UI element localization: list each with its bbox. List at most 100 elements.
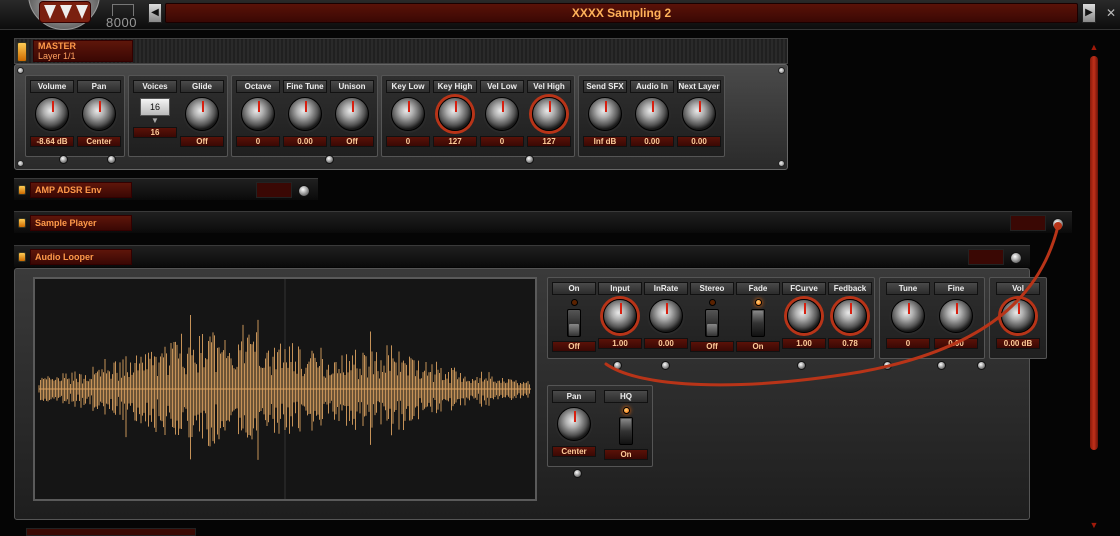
pan-knob[interactable] — [557, 407, 591, 441]
pan-knob[interactable] — [82, 97, 116, 131]
master-module-voices-glide: Voices 16 ▼ 16 Glide Off — [128, 75, 228, 157]
hq-led-icon — [622, 407, 630, 414]
inrate-knob[interactable] — [649, 299, 683, 333]
knob-pointer — [605, 101, 607, 112]
mod-input-knob[interactable] — [613, 361, 622, 370]
vel-high-knob[interactable] — [532, 97, 566, 131]
waveform-svg — [38, 279, 531, 499]
on-switch[interactable] — [567, 309, 581, 337]
control-send-sfx: Send SFX Inf dB — [583, 80, 627, 147]
looper-controls: On Off Input 1.00 InRate 0.00 Stereo Off Fade On F… — [547, 277, 1047, 370]
close-icon[interactable]: ✕ — [1106, 6, 1116, 20]
next-section-bar — [26, 528, 196, 536]
master-toggle[interactable] — [17, 42, 27, 62]
amp-preset-field[interactable] — [256, 182, 292, 198]
waveform-display[interactable] — [33, 277, 537, 501]
knob-pointer — [352, 101, 354, 112]
fade-switch[interactable] — [751, 309, 765, 337]
send-sfx-knob[interactable] — [588, 97, 622, 131]
audio-looper-mini-knob[interactable] — [1010, 252, 1022, 264]
decrement-arrow-icon[interactable]: ▼ — [133, 116, 177, 126]
next-preset-button[interactable]: ▶ — [1082, 3, 1096, 23]
fcurve-knob[interactable] — [787, 299, 821, 333]
next-layer-knob[interactable] — [682, 97, 716, 131]
fine-knob[interactable] — [939, 299, 973, 333]
unison-knob[interactable] — [335, 97, 369, 131]
control-on: On Off — [552, 282, 596, 352]
volume-knob[interactable] — [35, 97, 69, 131]
vol-knob[interactable] — [1001, 299, 1035, 333]
audio-looper-toggle[interactable] — [18, 252, 26, 262]
knob-pointer — [455, 101, 457, 112]
key-low-knob[interactable] — [391, 97, 425, 131]
control-vel-high: Vel High 127 — [527, 80, 571, 147]
control-label: Pan — [77, 80, 121, 93]
control-value: 127 — [527, 136, 571, 147]
master-module-sends: Send SFX Inf dB Audio In 0.00 Next Layer 0.00 — [578, 75, 725, 157]
control-voices: Voices 16 ▼ 16 — [133, 80, 177, 138]
control-label: Vel Low — [480, 80, 524, 93]
hq-switch[interactable] — [619, 417, 633, 445]
mod-input-knob[interactable] — [661, 361, 670, 370]
input-knob[interactable] — [603, 299, 637, 333]
stereo-led-icon — [708, 299, 716, 306]
audio-in-knob[interactable] — [635, 97, 669, 131]
master-label: MASTER Layer 1/1 — [33, 40, 133, 62]
screw-icon — [17, 160, 24, 167]
looper-controls-secondary: Pan Center HQ On — [547, 385, 657, 478]
sample-player-mini-knob[interactable] — [1052, 218, 1064, 230]
control-label: Send SFX — [583, 80, 627, 93]
knob-pointer — [258, 101, 260, 112]
sample-player-label: Sample Player — [30, 215, 132, 231]
fine-tune-knob[interactable] — [288, 97, 322, 131]
audio-looper-field[interactable] — [968, 249, 1004, 265]
fade-led-icon — [754, 299, 762, 306]
scroll-thumb[interactable] — [1090, 56, 1098, 450]
control-value: 127 — [433, 136, 477, 147]
control-label: Key Low — [386, 80, 430, 93]
control-value: On — [736, 341, 780, 352]
amp-mini-knob[interactable] — [298, 185, 310, 197]
tune-knob[interactable] — [891, 299, 925, 333]
sample-player-toggle[interactable] — [18, 218, 26, 228]
mod-input-knob[interactable] — [883, 361, 892, 370]
control-value: 0 — [886, 338, 930, 349]
looper-tune-module: Tune 0 Fine 0.00 — [879, 277, 985, 359]
scroll-up-icon[interactable]: ▲ — [1088, 42, 1100, 52]
control-next-layer: Next Layer 0.00 — [677, 80, 721, 147]
glide-knob[interactable] — [185, 97, 219, 131]
mod-input-knob[interactable] — [107, 155, 116, 164]
master-module-vol-pan: Volume -8.64 dB Pan Center — [25, 75, 125, 157]
vel-low-knob[interactable] — [485, 97, 519, 131]
mod-input-knob[interactable] — [59, 155, 68, 164]
control-value: Center — [77, 136, 121, 147]
audio-looper-label: Audio Looper — [30, 249, 132, 265]
mod-input-knob[interactable] — [525, 155, 534, 164]
fedback-knob[interactable] — [833, 299, 867, 333]
vertical-scrollbar[interactable]: ▲ ▼ — [1088, 42, 1100, 530]
control-glide: Glide Off — [180, 80, 224, 147]
sample-player-field[interactable] — [1010, 215, 1046, 231]
control-label: Key High — [433, 80, 477, 93]
control-value: 1.00 — [782, 338, 826, 349]
control-value: 0 — [236, 136, 280, 147]
mod-input-knob[interactable] — [325, 155, 334, 164]
mod-input-knob[interactable] — [573, 469, 582, 478]
knob-pointer — [305, 101, 307, 112]
amp-adsr-toggle[interactable] — [18, 185, 26, 195]
screw-icon — [778, 67, 785, 74]
octave-knob[interactable] — [241, 97, 275, 131]
prev-preset-button[interactable]: ◀ — [148, 3, 162, 23]
mod-input-knob[interactable] — [937, 361, 946, 370]
scroll-down-icon[interactable]: ▼ — [1088, 520, 1100, 530]
control-fine-tune: Fine Tune 0.00 — [283, 80, 327, 147]
mod-input-knob[interactable] — [977, 361, 986, 370]
stereo-switch[interactable] — [705, 309, 719, 337]
voices-number-box[interactable]: 16 — [140, 98, 170, 116]
mod-input-knob[interactable] — [797, 361, 806, 370]
control-octave: Octave 0 — [236, 80, 280, 147]
knob-pointer — [502, 101, 504, 112]
preset-title[interactable]: XXXX Sampling 2 — [165, 3, 1078, 23]
knob-pointer — [549, 101, 551, 112]
key-high-knob[interactable] — [438, 97, 472, 131]
